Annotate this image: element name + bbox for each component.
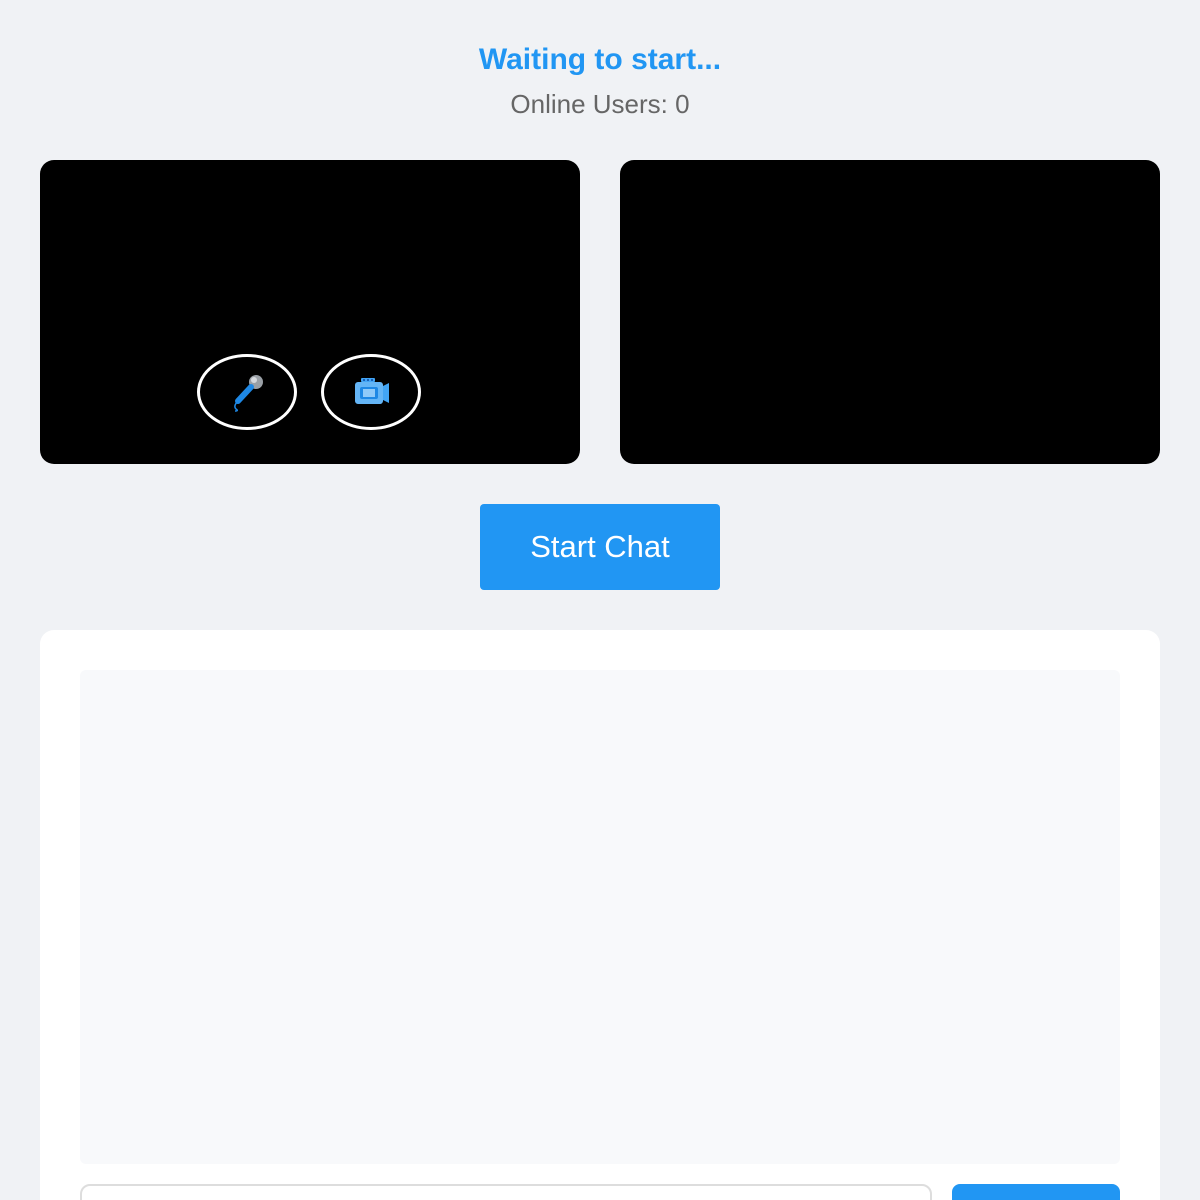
chat-panel	[40, 630, 1160, 1200]
chat-messages[interactable]	[80, 670, 1120, 1164]
media-controls	[40, 354, 580, 434]
local-video	[40, 160, 580, 464]
online-users: Online Users: 0	[0, 86, 1200, 122]
video-camera-icon	[355, 378, 389, 404]
toggle-microphone-button[interactable]	[197, 354, 297, 430]
status-title: Waiting to start...	[478, 43, 722, 76]
online-users-count: 0	[675, 89, 690, 119]
video-chat-page: Waiting to start... Online Users: 0 Star…	[0, 0, 1200, 1200]
remote-video	[620, 160, 1160, 464]
start-chat-button[interactable]: Start Chat	[480, 504, 720, 590]
chat-message-input[interactable]	[80, 1184, 932, 1200]
send-message-button[interactable]	[952, 1184, 1120, 1200]
online-users-label: Online Users:	[510, 89, 676, 119]
microphone-icon	[234, 375, 263, 412]
toggle-camera-button[interactable]	[321, 354, 421, 430]
